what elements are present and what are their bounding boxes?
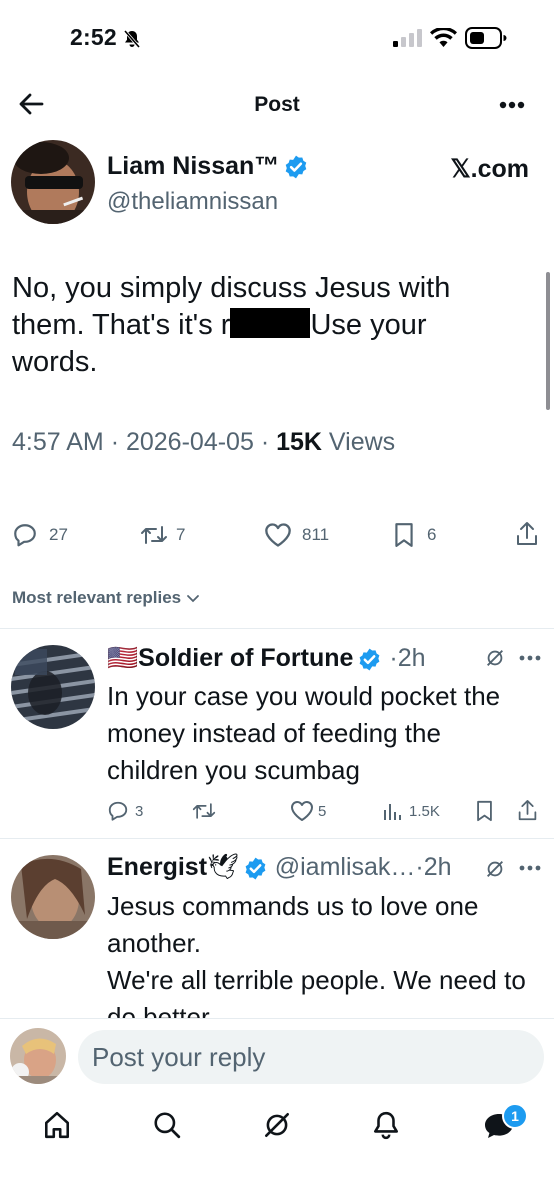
divider <box>0 1018 554 1019</box>
verified-badge-icon <box>283 154 309 180</box>
source-label: 𝕏.com <box>450 155 530 183</box>
cellular-signal-icon <box>393 29 423 47</box>
more-options-icon[interactable] <box>499 101 525 109</box>
redaction-block <box>230 308 311 338</box>
reply-time[interactable]: ·2h <box>389 644 425 672</box>
divider <box>0 628 554 629</box>
reply-text: In your case you would pocket the money … <box>107 678 547 789</box>
repost-button[interactable] <box>140 522 168 548</box>
scrollbar[interactable] <box>546 272 550 410</box>
battery-icon <box>465 27 507 49</box>
main-tweet-actions: 27 7 811 6 <box>12 520 542 550</box>
tweet-text-fragment: them. That's it's r <box>12 309 231 341</box>
author-name-row: Liam Nissan™ <box>107 152 309 181</box>
views-count: 15K <box>276 428 322 456</box>
replies-sort-label: Most relevant replies <box>12 588 182 607</box>
tweet-time[interactable]: 4:57 AM <box>12 428 104 456</box>
reply-author-name[interactable]: Energist <box>107 853 207 881</box>
reply-count: 3 <box>135 803 144 820</box>
reply-author-name[interactable]: Soldier of Fortune <box>138 644 353 672</box>
share-button[interactable] <box>515 521 539 547</box>
replies-sort-dropdown[interactable]: Most relevant replies <box>12 588 200 608</box>
reply-avatar[interactable] <box>11 645 95 729</box>
notifications-bell-icon[interactable] <box>371 1110 401 1140</box>
reply-text-line: Jesus commands us to love one <box>107 891 479 921</box>
tweet-date[interactable]: 2026-04-05 <box>126 428 254 456</box>
views-icon[interactable] <box>383 800 403 822</box>
views-label: Views <box>328 428 396 456</box>
tweet-text: No, you simply discuss Jesus with them. … <box>12 270 512 381</box>
reply-composer-input[interactable]: Post your reply <box>78 1030 544 1084</box>
author-avatar[interactable] <box>11 140 95 224</box>
dove-emoji: 🕊 <box>207 853 239 881</box>
search-icon[interactable] <box>152 1110 182 1140</box>
home-icon[interactable] <box>42 1110 72 1140</box>
like-count: 811 <box>302 525 330 544</box>
verified-badge-icon <box>357 647 382 672</box>
repost-button[interactable] <box>192 800 216 822</box>
tweet-text-line: No, you simply discuss Jesus with <box>12 272 451 304</box>
meta-separator: · <box>110 428 120 456</box>
author-handle[interactable]: @theliamnissan <box>107 188 278 216</box>
composer-placeholder: Post your reply <box>92 1042 266 1072</box>
author-name[interactable]: Liam Nissan™ <box>107 152 279 180</box>
reply-text-line: In your case you would pocket the <box>107 681 501 711</box>
flag-emoji: 🇺🇸 <box>107 644 139 672</box>
views-count: 1.5K <box>409 803 440 820</box>
bookmark-button[interactable] <box>393 522 415 548</box>
bell-slash-icon <box>122 29 142 49</box>
grok-icon[interactable] <box>484 858 506 880</box>
tweet-text-line: them. That's it's r Use your <box>12 307 512 344</box>
reply-text-line: We're all terrible people. We need to <box>107 965 526 995</box>
bookmark-count: 6 <box>427 525 437 544</box>
reply-more-icon[interactable] <box>519 865 541 871</box>
bookmark-button[interactable] <box>475 800 494 822</box>
reply-text-line: children you scumbag <box>107 755 360 785</box>
messages-badge: 1 <box>502 1103 528 1129</box>
reply-text-line: money instead of feeding the <box>107 718 441 748</box>
reply-avatar[interactable] <box>11 855 95 939</box>
reply-header: Energist🕊 @iamlisak…·2h <box>107 853 452 882</box>
page-title: Post <box>254 93 300 116</box>
like-count: 5 <box>318 803 327 820</box>
reply-button[interactable] <box>12 522 38 548</box>
reply-header: 🇺🇸Soldier of Fortune ·2h <box>107 644 426 673</box>
reply-time[interactable]: ·2h <box>415 853 451 881</box>
chevron-down-icon <box>186 594 200 604</box>
tweet-meta: 4:57 AM · 2026-04-05 · 15K Views <box>12 428 395 457</box>
reply-text: Jesus commands us to love one another. W… <box>107 888 547 1018</box>
reply-actions: 3 5 1.5K <box>107 799 547 825</box>
tweet-text-line: words. <box>12 346 98 378</box>
my-avatar[interactable] <box>10 1028 66 1084</box>
reply-button[interactable] <box>107 800 129 822</box>
reply-more-icon[interactable] <box>519 655 541 661</box>
repost-count: 7 <box>176 525 186 544</box>
grok-icon[interactable] <box>262 1110 292 1140</box>
meta-separator: · <box>260 428 270 456</box>
reply-text-line: another. <box>107 928 201 958</box>
grok-icon[interactable] <box>484 647 506 669</box>
tweet-text-fragment: Use your <box>310 309 427 341</box>
like-button[interactable] <box>290 800 314 822</box>
like-button[interactable] <box>264 522 292 548</box>
reply-text-line: do better <box>107 1002 210 1018</box>
status-time: 2:52 <box>70 24 117 50</box>
share-button[interactable] <box>517 799 538 822</box>
wifi-icon <box>430 28 457 48</box>
reply-handle[interactable]: @iamlisak… <box>275 853 416 881</box>
reply-count: 27 <box>49 525 68 544</box>
verified-badge-icon <box>243 856 268 881</box>
divider <box>0 838 554 839</box>
